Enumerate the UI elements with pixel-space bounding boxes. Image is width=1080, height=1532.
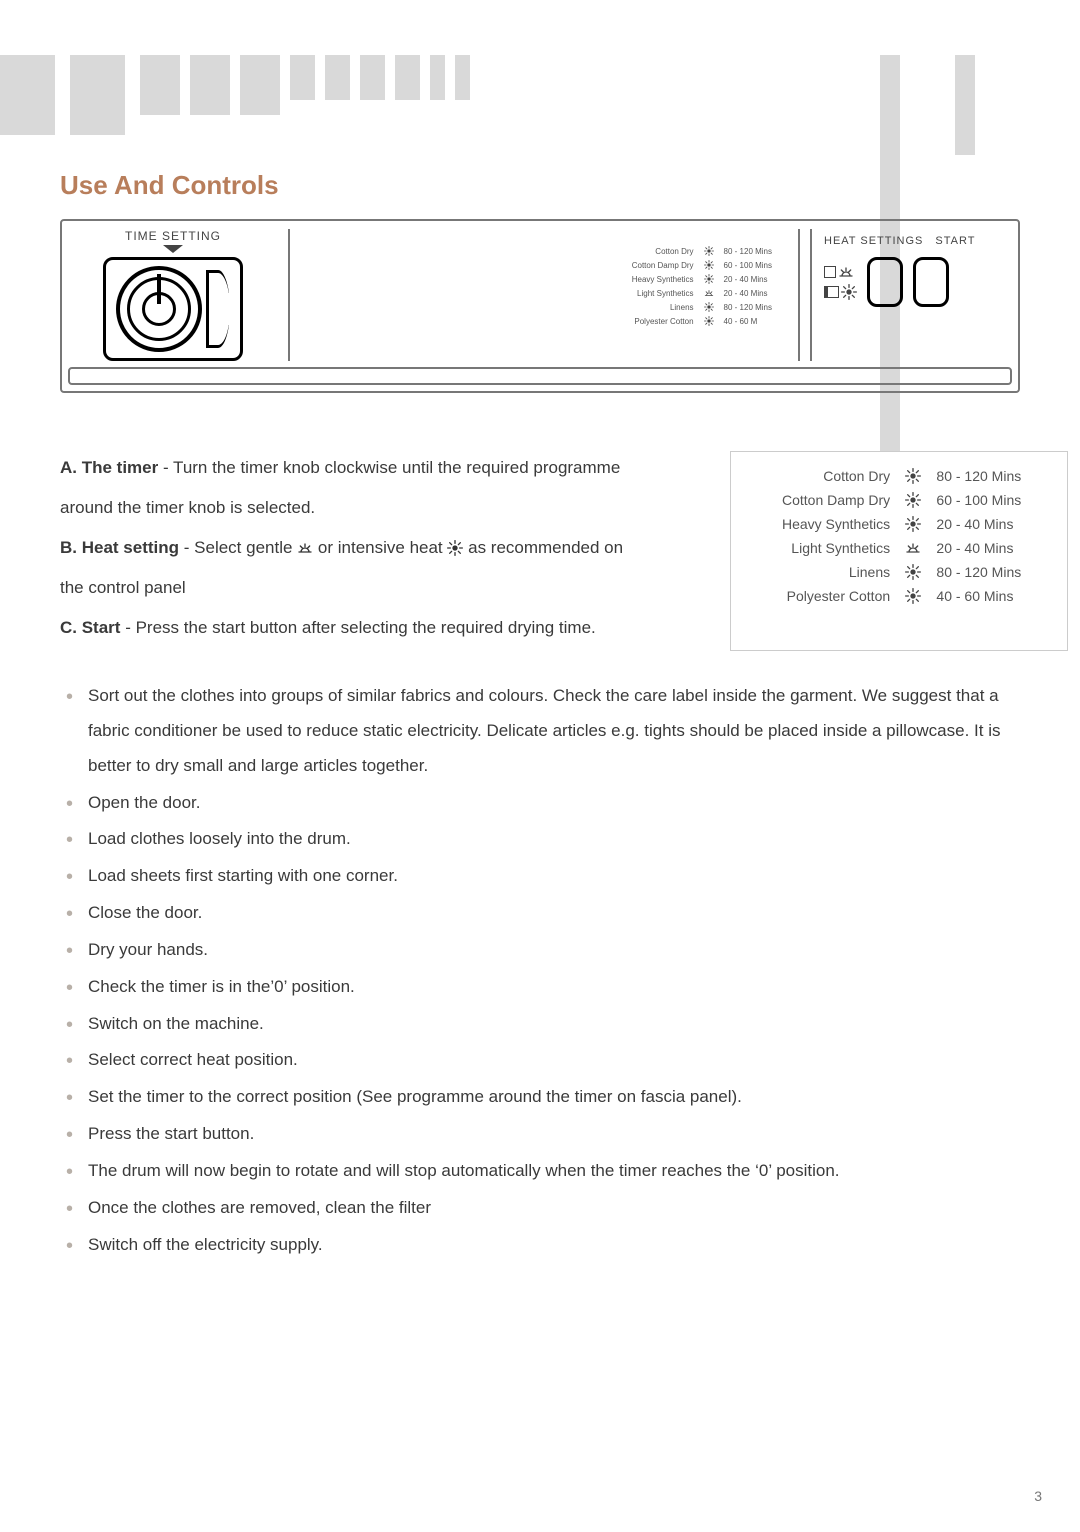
instr-c-text: - Press the start button after selecting… bbox=[125, 618, 596, 637]
list-item: Load sheets first starting with one corn… bbox=[60, 859, 1020, 894]
decorative-top-bars bbox=[0, 55, 1080, 135]
list-item: Check the timer is in the’0’ position. bbox=[60, 970, 1020, 1005]
table-row: Cotton Damp Dry60 - 100 Mins bbox=[749, 488, 1049, 512]
table-row: Heavy Synthetics20 - 40 Mins bbox=[628, 273, 776, 285]
table-row: Light Synthetics20 - 40 Mins bbox=[749, 536, 1049, 560]
heat-setting-button bbox=[867, 257, 903, 307]
list-item: Close the door. bbox=[60, 896, 1020, 931]
list-item: Open the door. bbox=[60, 786, 1020, 821]
instr-b-text-1: - Select gentle bbox=[184, 538, 297, 557]
instr-b-text-3: as recommended on bbox=[468, 538, 623, 557]
time-setting-label: TIME SETTING bbox=[125, 229, 221, 243]
instr-a-bold: A. The timer bbox=[60, 458, 158, 477]
table-row: Linens80 - 120 Mins bbox=[749, 560, 1049, 584]
table-row: Heavy Synthetics20 - 40 Mins bbox=[749, 512, 1049, 536]
list-item: Load clothes loosely into the drum. bbox=[60, 822, 1020, 857]
table-row: Light Synthetics20 - 40 Mins bbox=[628, 287, 776, 299]
start-button bbox=[913, 257, 949, 307]
intensive-heat-icon bbox=[841, 284, 857, 300]
page-number: 3 bbox=[1034, 1488, 1042, 1504]
instr-a-text-2: around the timer knob is selected. bbox=[60, 491, 700, 525]
list-item: Once the clothes are removed, clean the … bbox=[60, 1191, 1020, 1226]
instr-b-text-2: or intensive heat bbox=[318, 538, 447, 557]
instr-c-bold: C. Start bbox=[60, 618, 120, 637]
control-panel-programme-table-small: Cotton Dry80 - 120 Mins Cotton Damp Dry60… bbox=[288, 229, 800, 361]
timer-knob bbox=[116, 266, 202, 352]
list-item: Dry your hands. bbox=[60, 933, 1020, 968]
decorative-side-bar-2 bbox=[955, 55, 975, 155]
instr-a-text-1: - Turn the timer knob clockwise until th… bbox=[163, 458, 620, 477]
gentle-heat-icon bbox=[297, 540, 313, 556]
bullet-list: Sort out the clothes into groups of simi… bbox=[60, 679, 1020, 1263]
list-item: Set the timer to the correct position (S… bbox=[60, 1080, 1020, 1115]
list-item: Switch on the machine. bbox=[60, 1007, 1020, 1042]
section-title: Use And Controls bbox=[60, 170, 1020, 201]
table-row: Linens80 - 120 Mins bbox=[628, 301, 776, 313]
instructions-text: A. The timer - Turn the timer knob clock… bbox=[60, 451, 700, 651]
table-row: Cotton Damp Dry60 - 100 Mins bbox=[628, 259, 776, 271]
time-setting-block: TIME SETTING bbox=[68, 229, 278, 361]
table-row: Cotton Dry80 - 120 Mins bbox=[628, 245, 776, 257]
table-row: Cotton Dry80 - 120 Mins bbox=[749, 464, 1049, 488]
list-item: Sort out the clothes into groups of simi… bbox=[60, 679, 1020, 784]
instr-b-bold: B. Heat setting bbox=[60, 538, 179, 557]
control-panel-illustration: TIME SETTING Cotton Dry80 - 120 MinsCott… bbox=[60, 219, 1020, 393]
list-item: Switch off the electricity supply. bbox=[60, 1228, 1020, 1263]
list-item: The drum will now begin to rotate and wi… bbox=[60, 1154, 1020, 1189]
list-item: Press the start button. bbox=[60, 1117, 1020, 1152]
heat-settings-label: HEAT SETTINGS bbox=[824, 235, 923, 247]
programme-table-box: Cotton Dry80 - 120 MinsCotton Damp Dry60… bbox=[730, 451, 1068, 651]
timer-dial-outline bbox=[103, 257, 243, 361]
instr-b-text-4: the control panel bbox=[60, 571, 700, 605]
gentle-heat-icon bbox=[838, 264, 854, 280]
list-item: Select correct heat position. bbox=[60, 1043, 1020, 1078]
intensive-heat-icon bbox=[447, 540, 463, 556]
table-row: Polyester Cotton40 - 60 Mins bbox=[749, 584, 1049, 608]
start-label: START bbox=[935, 235, 975, 247]
heat-settings-block: HEAT SETTINGS START bbox=[810, 229, 1012, 361]
heat-setting-icons bbox=[824, 264, 857, 300]
table-row: Polyester Cotton40 - 60 M bbox=[628, 315, 776, 327]
panel-slot bbox=[68, 367, 1012, 385]
arrow-down-icon bbox=[163, 245, 183, 253]
